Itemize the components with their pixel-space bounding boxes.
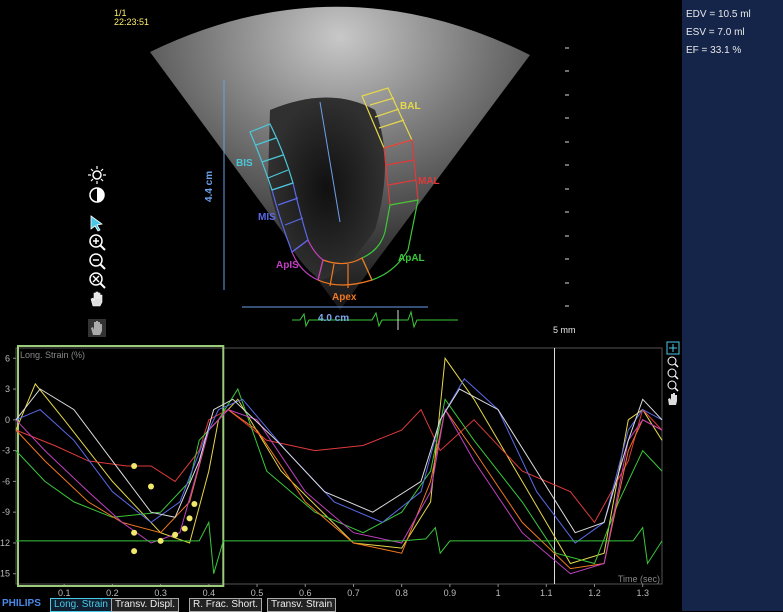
- strain-chart[interactable]: 6 3 0 -3 -6 -9 -12 -15 0.1 0.2 0.3 0.4 0.5 0.6 0.7 0.8 0…: [0, 340, 682, 598]
- x-tick-label: 1: [496, 588, 501, 598]
- x-tick-label: 0.5: [251, 588, 264, 598]
- tab-long-strain[interactable]: Long. Strain: [50, 598, 112, 612]
- segment-label-apex: Apex: [332, 292, 357, 303]
- esv-value: ESV = 7.0 ml: [686, 27, 745, 38]
- ef-value: EF = 33.1 %: [686, 45, 742, 56]
- x-tick-label: 1.3: [636, 588, 649, 598]
- zoom-out-icon[interactable]: [88, 252, 106, 270]
- series-bis: [15, 388, 663, 534]
- segment-label-bal: BAL: [400, 101, 421, 112]
- chart-zoom-reset-icon: [667, 380, 679, 392]
- tab-r-frac-short[interactable]: R. Frac. Short.: [189, 598, 263, 612]
- peak-marker: [131, 548, 138, 555]
- y-tick-label: -9: [2, 507, 10, 517]
- selection-window: [17, 345, 225, 587]
- vertical-dimension-label: 4.4 cm: [204, 170, 215, 202]
- x-tick-label: 0.8: [395, 588, 408, 598]
- chart-zoom-in-icon: [667, 356, 679, 368]
- y-tick-label: -3: [2, 446, 10, 456]
- y-axis-label: Long. Strain (%): [20, 350, 85, 360]
- image-ecg-trace: [292, 310, 458, 329]
- series-mal: [15, 408, 663, 524]
- x-tick-label: 0.9: [444, 588, 457, 598]
- measurement-panel: EDV = 10.5 ml ESV = 7.0 ml EF = 33.1 %: [682, 0, 783, 611]
- grab-hand-icon[interactable]: [88, 319, 106, 337]
- zoom-reset-icon[interactable]: [88, 271, 106, 289]
- segment-label-mal: MAL: [418, 176, 440, 187]
- segment-label-apis: ApIS: [276, 260, 299, 271]
- pointer-icon[interactable]: [88, 214, 106, 232]
- y-tick-label: 6: [5, 353, 10, 363]
- x-axis-label: Time (sec): [618, 574, 660, 584]
- peak-marker: [147, 483, 154, 490]
- segment-label-bis: BIS: [236, 158, 253, 169]
- horizontal-dimension-label: 4.0 cm: [318, 313, 350, 324]
- pan-hand-icon[interactable]: [88, 290, 106, 308]
- x-tick-label: 0.3: [154, 588, 167, 598]
- peak-marker: [131, 463, 138, 469]
- depth-scale: [565, 47, 569, 307]
- chart-zoom-out-icon: [667, 368, 679, 380]
- peak-marker: [186, 515, 193, 522]
- segment-label-mis: MIS: [258, 212, 276, 223]
- peak-marker: [191, 500, 198, 507]
- strain-chart-area: 6 3 0 -3 -6 -9 -12 -15 0.1 0.2 0.3 0.4 0.5 0.6 0.7 0.8 0…: [0, 340, 682, 598]
- chart-add-icon: [666, 341, 680, 355]
- x-tick-label: 1.1: [540, 588, 553, 598]
- y-tick-label: 3: [5, 384, 10, 394]
- x-tick-label: 0.6: [299, 588, 312, 598]
- tab-transv-displ[interactable]: Transv. Displ.: [111, 598, 180, 612]
- y-tick-label: -12: [0, 538, 10, 548]
- chart-frame: [15, 347, 663, 585]
- tab-transv-strain[interactable]: Transv. Strain: [267, 598, 337, 612]
- peak-marker: [131, 529, 138, 536]
- frame-time: 22:23:51: [114, 17, 150, 27]
- x-tick-label: 0.4: [203, 588, 216, 598]
- edv-value: EDV = 10.5 ml: [686, 9, 751, 20]
- ultrasound-view: 1/1 22:23:51 BAL MAL ApAL Apex ApIS MIS …: [0, 0, 682, 340]
- depth-scale-label: 5 mm: [553, 325, 576, 335]
- x-tick-label: 0.1: [58, 588, 71, 598]
- y-tick-label: -6: [2, 476, 10, 486]
- philips-logo: PHILIPS: [2, 598, 41, 609]
- peak-marker: [172, 531, 179, 538]
- brightness-icon[interactable]: [88, 166, 106, 184]
- zoom-in-icon[interactable]: [88, 233, 106, 251]
- y-tick-label: -15: [0, 569, 10, 579]
- series-apal: [15, 387, 663, 565]
- chart-hand-icon: [668, 393, 677, 405]
- segment-label-apal: ApAL: [398, 253, 425, 264]
- x-tick-label: 0.2: [106, 588, 119, 598]
- x-tick-label: 0.7: [347, 588, 360, 598]
- peak-marker: [157, 537, 164, 544]
- x-tick-label: 1.2: [588, 588, 601, 598]
- contrast-icon[interactable]: [88, 186, 106, 204]
- chart-toolbar: [666, 341, 680, 407]
- y-tick-label: 0: [5, 415, 10, 425]
- peak-marker: [181, 525, 188, 532]
- bottom-tab-bar: PHILIPS Long. Strain Transv. Displ. R. F…: [0, 598, 682, 612]
